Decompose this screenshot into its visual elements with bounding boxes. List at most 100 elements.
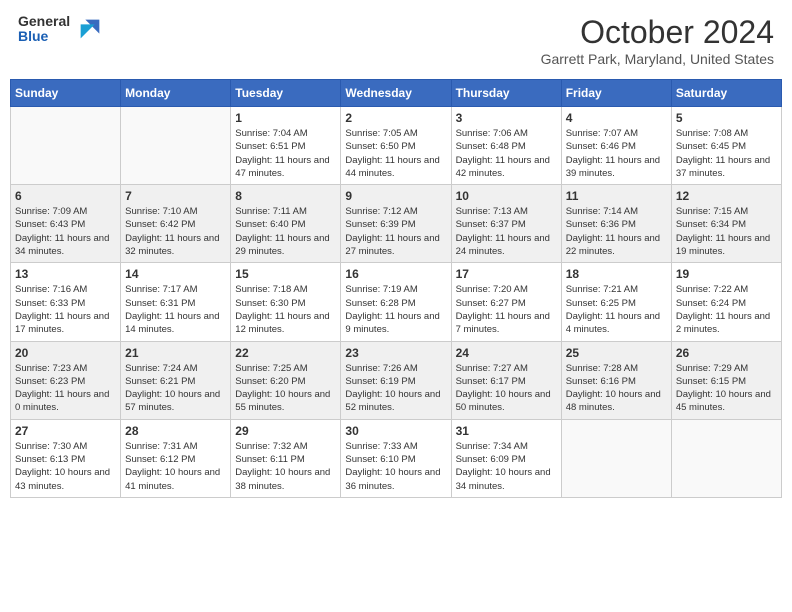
day-number: 20 bbox=[15, 346, 116, 360]
day-number: 22 bbox=[235, 346, 336, 360]
calendar-table: SundayMondayTuesdayWednesdayThursdayFrid… bbox=[10, 79, 782, 498]
day-number: 13 bbox=[15, 267, 116, 281]
col-header-sunday: Sunday bbox=[11, 80, 121, 107]
day-number: 19 bbox=[676, 267, 777, 281]
col-header-thursday: Thursday bbox=[451, 80, 561, 107]
col-header-saturday: Saturday bbox=[671, 80, 781, 107]
day-number: 11 bbox=[566, 189, 667, 203]
calendar-week-row: 1 Sunrise: 7:04 AMSunset: 6:51 PMDaylight… bbox=[11, 107, 782, 185]
calendar-cell: 9 Sunrise: 7:12 AMSunset: 6:39 PMDaylight… bbox=[341, 185, 451, 263]
day-number: 12 bbox=[676, 189, 777, 203]
day-number: 29 bbox=[235, 424, 336, 438]
day-info: Sunrise: 7:31 AMSunset: 6:12 PMDaylight:… bbox=[125, 440, 226, 493]
day-info: Sunrise: 7:21 AMSunset: 6:25 PMDaylight:… bbox=[566, 283, 667, 336]
calendar-cell: 11 Sunrise: 7:14 AMSunset: 6:36 PMDayligh… bbox=[561, 185, 671, 263]
day-number: 16 bbox=[345, 267, 446, 281]
day-number: 31 bbox=[456, 424, 557, 438]
calendar-cell: 23Sunrise: 7:26 AMSunset: 6:19 PMDayligh… bbox=[341, 341, 451, 419]
calendar-cell: 29 Sunrise: 7:32 AMSunset: 6:11 PMDayligh… bbox=[231, 419, 341, 497]
day-info: Sunrise: 7:19 AMSunset: 6:28 PMDaylight:… bbox=[345, 283, 446, 336]
calendar-cell: 5 Sunrise: 7:08 AMSunset: 6:45 PMDaylight… bbox=[671, 107, 781, 185]
calendar-cell: 8Sunrise: 7:11 AMSunset: 6:40 PMDaylight… bbox=[231, 185, 341, 263]
day-info: Sunrise: 7:18 AMSunset: 6:30 PMDaylight:… bbox=[235, 283, 336, 336]
day-number: 21 bbox=[125, 346, 226, 360]
calendar-cell: 18 Sunrise: 7:21 AMSunset: 6:25 PMDayligh… bbox=[561, 263, 671, 341]
logo-icon bbox=[76, 15, 104, 43]
calendar-cell: 15Sunrise: 7:18 AMSunset: 6:30 PMDayligh… bbox=[231, 263, 341, 341]
calendar-cell: 17 Sunrise: 7:20 AMSunset: 6:27 PMDayligh… bbox=[451, 263, 561, 341]
location: Garrett Park, Maryland, United States bbox=[541, 51, 774, 67]
calendar-cell: 28Sunrise: 7:31 AMSunset: 6:12 PMDayligh… bbox=[121, 419, 231, 497]
day-info: Sunrise: 7:32 AMSunset: 6:11 PMDaylight:… bbox=[235, 440, 336, 493]
day-number: 9 bbox=[345, 189, 446, 203]
day-number: 27 bbox=[15, 424, 116, 438]
calendar-week-row: 27 Sunrise: 7:30 AMSunset: 6:13 PMDayligh… bbox=[11, 419, 782, 497]
calendar-cell: 4Sunrise: 7:07 AMSunset: 6:46 PMDaylight… bbox=[561, 107, 671, 185]
day-info: Sunrise: 7:12 AMSunset: 6:39 PMDaylight:… bbox=[345, 205, 446, 258]
title-block: October 2024 Garrett Park, Maryland, Uni… bbox=[541, 14, 774, 67]
calendar-cell: 27 Sunrise: 7:30 AMSunset: 6:13 PMDayligh… bbox=[11, 419, 121, 497]
day-info: Sunrise: 7:07 AMSunset: 6:46 PMDaylight:… bbox=[566, 127, 667, 180]
calendar-cell: 3 Sunrise: 7:06 AMSunset: 6:48 PMDaylight… bbox=[451, 107, 561, 185]
day-info: Sunrise: 7:10 AMSunset: 6:42 PMDaylight:… bbox=[125, 205, 226, 258]
calendar-cell: 22 Sunrise: 7:25 AMSunset: 6:20 PMDayligh… bbox=[231, 341, 341, 419]
day-info: Sunrise: 7:24 AMSunset: 6:21 PMDaylight:… bbox=[125, 362, 226, 415]
day-info: Sunrise: 7:23 AMSunset: 6:23 PMDaylight:… bbox=[15, 362, 116, 415]
day-number: 23 bbox=[345, 346, 446, 360]
calendar-week-row: 13 Sunrise: 7:16 AMSunset: 6:33 PMDayligh… bbox=[11, 263, 782, 341]
day-info: Sunrise: 7:06 AMSunset: 6:48 PMDaylight:… bbox=[456, 127, 557, 180]
calendar-cell: 31 Sunrise: 7:34 AMSunset: 6:09 PMDayligh… bbox=[451, 419, 561, 497]
calendar-cell: 10Sunrise: 7:13 AMSunset: 6:37 PMDayligh… bbox=[451, 185, 561, 263]
col-header-wednesday: Wednesday bbox=[341, 80, 451, 107]
calendar-cell: 19 Sunrise: 7:22 AMSunset: 6:24 PMDayligh… bbox=[671, 263, 781, 341]
col-header-monday: Monday bbox=[121, 80, 231, 107]
calendar-cell: 24 Sunrise: 7:27 AMSunset: 6:17 PMDayligh… bbox=[451, 341, 561, 419]
day-info: Sunrise: 7:27 AMSunset: 6:17 PMDaylight:… bbox=[456, 362, 557, 415]
day-number: 5 bbox=[676, 111, 777, 125]
col-header-tuesday: Tuesday bbox=[231, 80, 341, 107]
day-info: Sunrise: 7:11 AMSunset: 6:40 PMDaylight:… bbox=[235, 205, 336, 258]
day-info: Sunrise: 7:13 AMSunset: 6:37 PMDaylight:… bbox=[456, 205, 557, 258]
day-info: Sunrise: 7:22 AMSunset: 6:24 PMDaylight:… bbox=[676, 283, 777, 336]
calendar-cell: 30Sunrise: 7:33 AMSunset: 6:10 PMDayligh… bbox=[341, 419, 451, 497]
calendar-cell: 7 Sunrise: 7:10 AMSunset: 6:42 PMDaylight… bbox=[121, 185, 231, 263]
day-number: 24 bbox=[456, 346, 557, 360]
day-number: 7 bbox=[125, 189, 226, 203]
day-number: 17 bbox=[456, 267, 557, 281]
day-info: Sunrise: 7:16 AMSunset: 6:33 PMDaylight:… bbox=[15, 283, 116, 336]
day-info: Sunrise: 7:30 AMSunset: 6:13 PMDaylight:… bbox=[15, 440, 116, 493]
logo-general-text: General bbox=[18, 14, 70, 29]
calendar-cell: 2 Sunrise: 7:05 AMSunset: 6:50 PMDaylight… bbox=[341, 107, 451, 185]
calendar-cell: 20 Sunrise: 7:23 AMSunset: 6:23 PMDayligh… bbox=[11, 341, 121, 419]
day-number: 1 bbox=[235, 111, 336, 125]
calendar-header-row: SundayMondayTuesdayWednesdayThursdayFrid… bbox=[11, 80, 782, 107]
day-number: 3 bbox=[456, 111, 557, 125]
day-info: Sunrise: 7:04 AMSunset: 6:51 PMDaylight:… bbox=[235, 127, 336, 180]
day-info: Sunrise: 7:28 AMSunset: 6:16 PMDaylight:… bbox=[566, 362, 667, 415]
logo-blue-text: Blue bbox=[18, 29, 70, 44]
calendar-cell: 16 Sunrise: 7:19 AMSunset: 6:28 PMDayligh… bbox=[341, 263, 451, 341]
day-info: Sunrise: 7:09 AMSunset: 6:43 PMDaylight:… bbox=[15, 205, 116, 258]
day-number: 18 bbox=[566, 267, 667, 281]
day-info: Sunrise: 7:15 AMSunset: 6:34 PMDaylight:… bbox=[676, 205, 777, 258]
calendar-cell: 14 Sunrise: 7:17 AMSunset: 6:31 PMDayligh… bbox=[121, 263, 231, 341]
day-number: 25 bbox=[566, 346, 667, 360]
calendar-cell: 26Sunrise: 7:29 AMSunset: 6:15 PMDayligh… bbox=[671, 341, 781, 419]
day-info: Sunrise: 7:34 AMSunset: 6:09 PMDaylight:… bbox=[456, 440, 557, 493]
day-info: Sunrise: 7:05 AMSunset: 6:50 PMDaylight:… bbox=[345, 127, 446, 180]
day-number: 26 bbox=[676, 346, 777, 360]
calendar-week-row: 20 Sunrise: 7:23 AMSunset: 6:23 PMDayligh… bbox=[11, 341, 782, 419]
day-info: Sunrise: 7:17 AMSunset: 6:31 PMDaylight:… bbox=[125, 283, 226, 336]
day-info: Sunrise: 7:25 AMSunset: 6:20 PMDaylight:… bbox=[235, 362, 336, 415]
calendar-cell bbox=[121, 107, 231, 185]
col-header-friday: Friday bbox=[561, 80, 671, 107]
day-number: 14 bbox=[125, 267, 226, 281]
day-number: 2 bbox=[345, 111, 446, 125]
day-number: 6 bbox=[15, 189, 116, 203]
day-info: Sunrise: 7:08 AMSunset: 6:45 PMDaylight:… bbox=[676, 127, 777, 180]
calendar-cell: 13 Sunrise: 7:16 AMSunset: 6:33 PMDayligh… bbox=[11, 263, 121, 341]
day-info: Sunrise: 7:14 AMSunset: 6:36 PMDaylight:… bbox=[566, 205, 667, 258]
day-info: Sunrise: 7:20 AMSunset: 6:27 PMDaylight:… bbox=[456, 283, 557, 336]
calendar-cell: 6 Sunrise: 7:09 AMSunset: 6:43 PMDaylight… bbox=[11, 185, 121, 263]
calendar-cell: 12 Sunrise: 7:15 AMSunset: 6:34 PMDayligh… bbox=[671, 185, 781, 263]
